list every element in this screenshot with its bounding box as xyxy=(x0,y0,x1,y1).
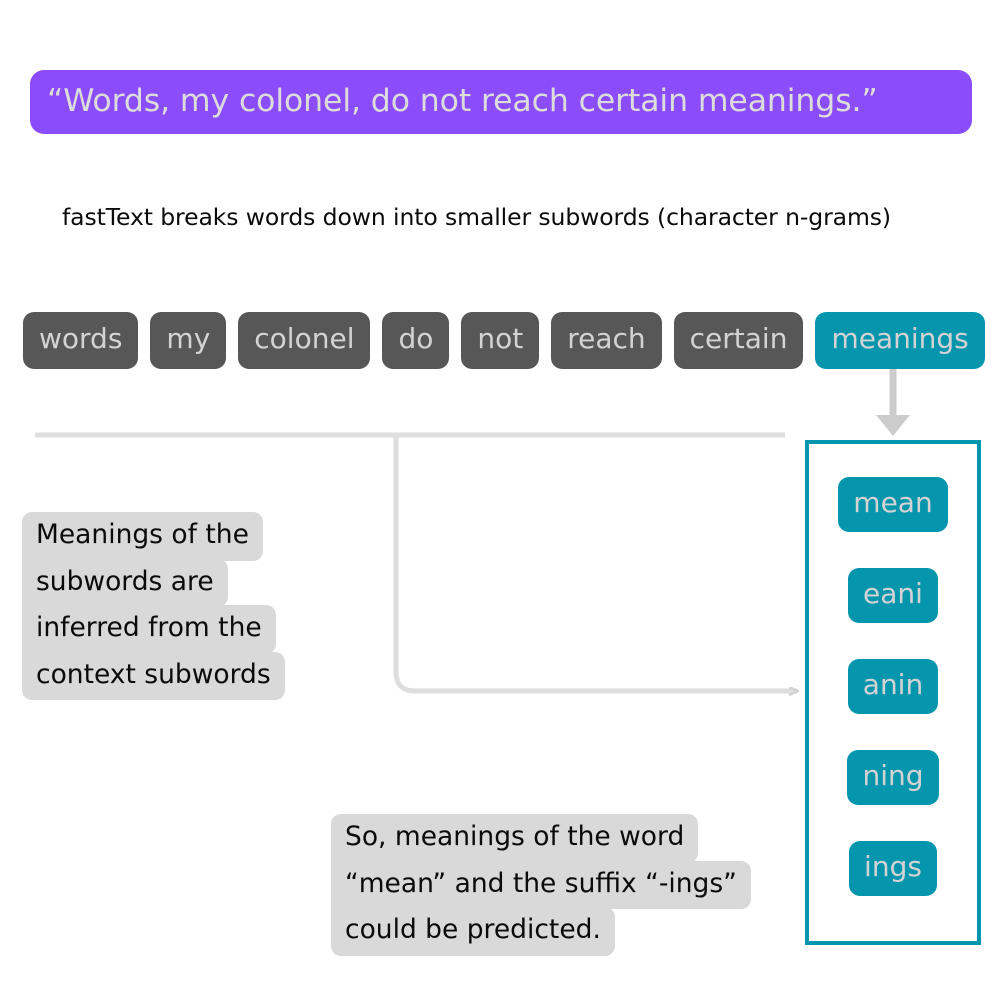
callout-bottom-line: So, meanings of the word xyxy=(331,814,699,863)
subword-chip-label: eani xyxy=(863,577,923,610)
word-chip-label: colonel xyxy=(254,322,355,355)
word-chip-my[interactable]: my xyxy=(150,312,227,369)
subtitle-text: fastText breaks words down into smaller … xyxy=(62,203,891,231)
word-chip-label: my xyxy=(166,322,211,355)
word-chip-colonel[interactable]: colonel xyxy=(238,312,371,369)
subword-panel: mean eani anin ning ings xyxy=(805,440,981,945)
quote-banner: “Words, my colonel, do not reach certain… xyxy=(30,70,972,134)
subword-chip-label: anin xyxy=(862,668,924,701)
quote-text: “Words, my colonel, do not reach certain… xyxy=(47,83,878,120)
subword-chip-label: ning xyxy=(862,759,924,792)
word-chip-certain[interactable]: certain xyxy=(673,312,804,369)
context-to-panel-connector xyxy=(393,437,797,691)
callout-left: Meanings of the subwords are inferred fr… xyxy=(22,512,285,700)
subword-chip-ning[interactable]: ning xyxy=(847,750,939,805)
word-chip-reach[interactable]: reach xyxy=(551,312,662,369)
subword-chip-mean[interactable]: mean xyxy=(838,477,948,532)
subword-chip-ings[interactable]: ings xyxy=(849,841,937,896)
word-chip-label: not xyxy=(477,322,524,355)
callout-left-line: subwords are xyxy=(22,558,228,607)
callout-bottom-line: could be predicted. xyxy=(331,907,615,956)
word-chip-words[interactable]: words xyxy=(23,312,139,369)
callout-bottom: So, meanings of the word “mean” and the … xyxy=(331,814,751,956)
word-chip-label: meanings xyxy=(831,322,969,355)
word-chip-label: reach xyxy=(567,322,646,355)
word-chip-label: do xyxy=(398,322,434,355)
diagram-canvas: “Words, my colonel, do not reach certain… xyxy=(0,0,1000,1000)
meanings-to-panel-arrow xyxy=(876,366,910,436)
subword-chip-anin[interactable]: anin xyxy=(847,659,939,714)
word-chip-meanings[interactable]: meanings xyxy=(815,312,985,369)
word-chip-not[interactable]: not xyxy=(461,312,540,369)
word-chip-label: certain xyxy=(689,322,788,355)
sentence-word-row: words my colonel do not reach certain me… xyxy=(23,312,985,369)
callout-bottom-line: “mean” and the suffix “-ings” xyxy=(331,860,751,909)
callout-left-line: Meanings of the xyxy=(22,512,263,561)
word-chip-label: words xyxy=(39,322,123,355)
subword-chip-label: mean xyxy=(853,486,933,519)
callout-left-line: context subwords xyxy=(22,651,285,700)
subword-list: mean eani anin ning ings xyxy=(809,444,977,941)
callout-left-line: inferred from the xyxy=(22,605,276,654)
subword-chip-label: ings xyxy=(864,850,922,883)
word-chip-do[interactable]: do xyxy=(382,312,450,369)
subword-chip-eani[interactable]: eani xyxy=(848,568,938,623)
